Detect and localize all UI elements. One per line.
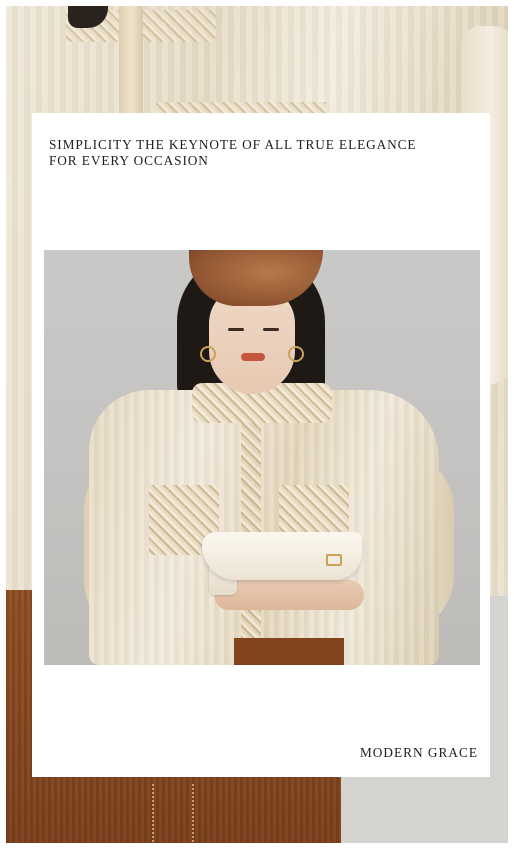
tagline: SIMPLICITY THE KEYNOTE OF ALL TRUE ELEGA… — [49, 137, 479, 169]
tagline-line-2: FOR EVERY OCCASION — [49, 153, 209, 168]
inner-photo — [44, 250, 480, 665]
tagline-line-1: SIMPLICITY THE KEYNOTE OF ALL TRUE ELEGA… — [49, 137, 417, 152]
white-card: SIMPLICITY THE KEYNOTE OF ALL TRUE ELEGA… — [32, 113, 490, 777]
earring-right — [288, 346, 304, 362]
background-chain-strap — [152, 784, 194, 843]
model-eye-left — [228, 328, 244, 331]
model-eye-right — [263, 328, 279, 331]
shoe-buckle — [326, 554, 342, 566]
model-blouse — [89, 390, 439, 665]
model-lips — [241, 353, 265, 361]
footer-label: MODERN GRACE — [359, 745, 478, 760]
background-placket — [119, 6, 143, 116]
model-skirt — [234, 638, 344, 665]
earring-left — [200, 346, 216, 362]
poster: SIMPLICITY THE KEYNOTE OF ALL TRUE ELEGA… — [0, 0, 514, 849]
